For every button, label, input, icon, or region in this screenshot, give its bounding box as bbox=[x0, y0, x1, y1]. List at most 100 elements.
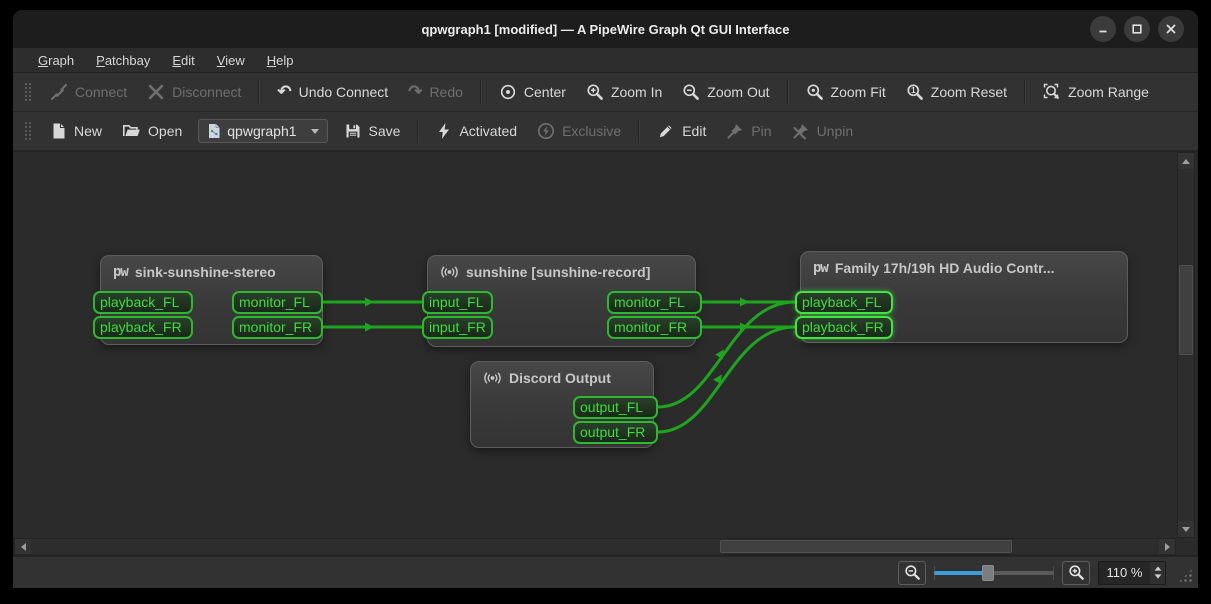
minimize-button[interactable] bbox=[1090, 16, 1116, 42]
menubar: Graph Patchbay Edit View Help bbox=[13, 48, 1198, 73]
spin-down-button[interactable] bbox=[1154, 574, 1161, 578]
open-button[interactable]: Open bbox=[112, 116, 192, 146]
zoom-out-icon bbox=[904, 564, 921, 581]
port-family-playback-fr[interactable]: playback_FR bbox=[795, 316, 893, 339]
zoom-range-icon bbox=[1043, 83, 1061, 101]
statusbar-zoom-out-button[interactable] bbox=[898, 561, 926, 585]
redo-button[interactable]: ↷ Redo bbox=[398, 78, 473, 106]
port-sink-playback-fr[interactable]: playback_FR bbox=[93, 316, 193, 339]
node-title: pw Family 17h/19h HD Audio Contr... bbox=[801, 252, 1127, 276]
zoom-in-button[interactable]: Zoom In bbox=[576, 77, 672, 107]
media-icon bbox=[440, 264, 459, 280]
chevron-down-icon bbox=[311, 129, 319, 134]
activated-toggle[interactable]: Activated bbox=[426, 116, 527, 146]
statusbar-zoom-in-button[interactable] bbox=[1062, 561, 1090, 585]
toolbar-drag-handle[interactable] bbox=[24, 82, 31, 102]
new-button[interactable]: New bbox=[40, 116, 112, 146]
menu-view[interactable]: View bbox=[206, 51, 256, 70]
unpin-button[interactable]: Unpin bbox=[782, 116, 864, 146]
graph-canvas[interactable]: pw sink-sunshine-stereo sunshine [sunshi… bbox=[13, 151, 1198, 556]
redo-icon: ↷ bbox=[408, 84, 422, 100]
port-family-playback-fl[interactable]: playback_FL bbox=[795, 291, 893, 314]
disconnect-button[interactable]: Disconnect bbox=[137, 77, 251, 107]
app-window: qpwgraph1 [modified] — A PipeWire Graph … bbox=[13, 10, 1198, 588]
port-sink-monitor-fl[interactable]: monitor_FL bbox=[232, 291, 323, 314]
patchbay-file-combo[interactable]: qpwgraph1 bbox=[198, 119, 327, 143]
slider-handle[interactable] bbox=[982, 565, 994, 581]
zoom-slider[interactable] bbox=[934, 564, 1054, 582]
port-sunshine-monitor-fl[interactable]: monitor_FL bbox=[607, 291, 702, 314]
zoom-out-button[interactable]: Zoom Out bbox=[672, 77, 779, 107]
resize-grip[interactable] bbox=[1178, 568, 1193, 583]
zoom-range-button[interactable]: Zoom Range bbox=[1033, 77, 1159, 107]
center-button[interactable]: Center bbox=[489, 77, 576, 107]
port-discord-output-fr[interactable]: output_FR bbox=[573, 421, 658, 444]
minimize-icon bbox=[1097, 23, 1109, 35]
patchbay-combo-value: qpwgraph1 bbox=[227, 123, 296, 139]
zoom-reset-button[interactable]: 1 Zoom Reset bbox=[896, 77, 1017, 107]
port-sink-monitor-fr[interactable]: monitor_FR bbox=[232, 316, 323, 339]
horizontal-scroll-thumb[interactable] bbox=[720, 540, 1012, 553]
connect-icon bbox=[50, 83, 68, 101]
zoom-fit-icon bbox=[806, 83, 824, 101]
spin-up-button[interactable] bbox=[1154, 566, 1161, 570]
window-controls bbox=[1090, 16, 1184, 42]
zoom-value: 110 % bbox=[1099, 562, 1150, 584]
vertical-scrollbar[interactable] bbox=[1177, 152, 1195, 538]
maximize-button[interactable] bbox=[1124, 16, 1150, 42]
save-button[interactable]: Save bbox=[334, 116, 411, 146]
triangle-right-icon bbox=[1165, 543, 1170, 551]
pin-icon bbox=[726, 122, 744, 140]
zoom-fit-button[interactable]: Zoom Fit bbox=[796, 77, 896, 107]
zoom-spinbox[interactable]: 110 % bbox=[1098, 561, 1166, 585]
menu-graph[interactable]: Graph bbox=[27, 51, 85, 70]
toolbar-separator bbox=[1024, 80, 1026, 104]
scroll-down-button[interactable] bbox=[1178, 521, 1194, 537]
undo-connect-button[interactable]: ↶ Undo Connect bbox=[267, 78, 398, 106]
vertical-scroll-thumb[interactable] bbox=[1179, 265, 1193, 355]
new-file-icon bbox=[50, 122, 67, 140]
port-sunshine-monitor-fr[interactable]: monitor_FR bbox=[607, 316, 702, 339]
port-sunshine-input-fr[interactable]: input_FR bbox=[422, 316, 493, 339]
triangle-up-icon bbox=[1182, 159, 1190, 164]
toolbar-drag-handle[interactable] bbox=[24, 121, 31, 141]
node-title: sunshine [sunshine-record] bbox=[428, 256, 695, 280]
port-discord-output-fl[interactable]: output_FL bbox=[573, 396, 658, 419]
window-title: qpwgraph1 [modified] — A PipeWire Graph … bbox=[421, 22, 789, 37]
toolbar-main: Connect Disconnect ↶ Undo Connect ↷ Redo… bbox=[13, 73, 1198, 112]
pipewire-icon: pw bbox=[113, 264, 128, 280]
spin-buttons bbox=[1150, 562, 1165, 584]
menu-edit[interactable]: Edit bbox=[161, 51, 205, 70]
zoom-reset-icon: 1 bbox=[906, 83, 924, 101]
titlebar[interactable]: qpwgraph1 [modified] — A PipeWire Graph … bbox=[13, 10, 1198, 48]
pin-button[interactable]: Pin bbox=[716, 116, 781, 146]
toolbar-separator bbox=[258, 80, 260, 104]
slider-fill bbox=[934, 571, 988, 575]
zoom-in-icon bbox=[586, 83, 604, 101]
maximize-icon bbox=[1131, 23, 1143, 35]
edit-button[interactable]: Edit bbox=[647, 116, 716, 146]
zoom-out-icon bbox=[682, 83, 700, 101]
scroll-right-button[interactable] bbox=[1159, 539, 1175, 554]
toolbar-separator bbox=[480, 80, 482, 104]
close-button[interactable] bbox=[1158, 16, 1184, 42]
pipewire-icon: pw bbox=[813, 260, 828, 276]
unpin-icon bbox=[792, 122, 810, 140]
toolbar-separator bbox=[787, 80, 789, 104]
statusbar: 110 % bbox=[13, 556, 1198, 588]
menu-patchbay[interactable]: Patchbay bbox=[85, 51, 161, 70]
horizontal-scrollbar[interactable] bbox=[14, 538, 1176, 555]
triangle-down-icon bbox=[1182, 527, 1190, 532]
scroll-up-button[interactable] bbox=[1178, 153, 1194, 169]
menu-help[interactable]: Help bbox=[256, 51, 305, 70]
undo-icon: ↶ bbox=[277, 84, 291, 100]
connect-button[interactable]: Connect bbox=[40, 77, 137, 107]
port-sink-playback-fl[interactable]: playback_FL bbox=[93, 291, 193, 314]
save-icon bbox=[344, 122, 362, 140]
port-sunshine-input-fl[interactable]: input_FL bbox=[422, 291, 493, 314]
exclusive-toggle[interactable]: Exclusive bbox=[527, 116, 631, 146]
scroll-left-button[interactable] bbox=[15, 539, 31, 554]
activated-lightning-icon bbox=[436, 122, 452, 140]
triangle-left-icon bbox=[21, 543, 26, 551]
node-title: pw sink-sunshine-stereo bbox=[101, 256, 322, 280]
